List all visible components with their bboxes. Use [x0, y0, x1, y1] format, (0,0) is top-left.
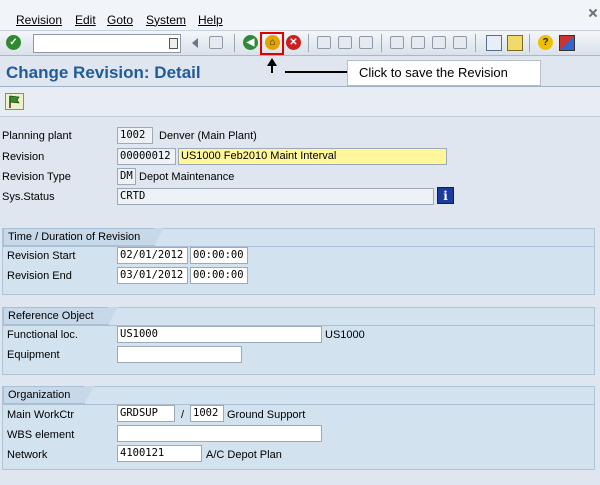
equipment-label: Equipment [7, 349, 60, 361]
shortcut-icon[interactable] [507, 35, 523, 51]
revision-start-time-field[interactable]: 00:00:00 [190, 247, 248, 264]
revision-start-label: Revision Start [7, 250, 76, 262]
last-page-icon[interactable] [453, 36, 467, 49]
main-workctr-label: Main WorkCtr [7, 409, 75, 421]
main-workctr-field[interactable]: GRDSUP [117, 405, 175, 422]
equipment-field[interactable] [117, 346, 242, 363]
command-field[interactable] [33, 34, 181, 53]
planning-plant-desc: Denver (Main Plant) [159, 130, 257, 142]
toolbar-separator [529, 34, 530, 52]
wbs-element-field[interactable] [117, 425, 322, 442]
toolbar-separator [381, 34, 382, 52]
revision-type-label: Revision Type [2, 171, 71, 183]
save-highlight-box [260, 32, 284, 55]
command-history-icon[interactable] [169, 38, 178, 49]
time-duration-group-title: Time / Duration of Revision [3, 228, 165, 246]
revision-type-desc: Depot Maintenance [139, 171, 235, 183]
functional-location-desc: US1000 [325, 329, 365, 341]
organization-group-title: Organization [3, 386, 95, 404]
collapse-command-icon[interactable] [192, 38, 198, 48]
flag-icon[interactable] [5, 93, 24, 110]
menu-revision[interactable]: Revision [16, 13, 62, 27]
planning-plant-field: 1002 [117, 127, 153, 144]
save-disabled-icon [209, 36, 223, 49]
first-page-icon[interactable] [390, 36, 404, 49]
revision-type-field: DM [117, 168, 136, 185]
reference-object-group-title: Reference Object [3, 307, 118, 325]
revision-end-label: Revision End [7, 270, 72, 282]
workctr-desc: Ground Support [227, 409, 306, 421]
sys-status-label: Sys.Status [2, 191, 55, 203]
find-next-icon[interactable] [359, 36, 373, 49]
enter-icon[interactable]: ✓ [6, 35, 21, 50]
prev-page-icon[interactable] [411, 36, 425, 49]
application-toolbar [0, 87, 600, 117]
callout-box: Click to save the Revision [347, 60, 541, 86]
toolbar-separator [475, 34, 476, 52]
toolbar-separator [234, 34, 235, 52]
find-icon[interactable] [338, 36, 352, 49]
menu-edit[interactable]: Edit [75, 13, 96, 27]
callout-text: Click to save the Revision [359, 65, 508, 80]
wbs-element-label: WBS element [7, 429, 75, 441]
revision-description-field[interactable]: US1000 Feb2010 Maint Interval [178, 148, 447, 165]
print-icon[interactable] [317, 36, 331, 49]
revision-end-date-field[interactable]: 03/01/2012 [117, 267, 188, 284]
group-divider [3, 246, 594, 247]
workctr-slash: / [181, 409, 185, 421]
create-session-icon[interactable] [486, 35, 502, 51]
network-label: Network [7, 449, 48, 461]
time-duration-group: Time / Duration of Revision [2, 228, 595, 295]
network-field[interactable]: 4100121 [117, 445, 202, 462]
network-desc: A/C Depot Plan [206, 449, 282, 461]
info-icon[interactable]: i [437, 187, 454, 204]
revision-label: Revision [2, 151, 45, 163]
revision-start-date-field[interactable]: 02/01/2012 [117, 247, 188, 264]
group-divider [3, 404, 594, 405]
command-input[interactable] [34, 35, 164, 52]
cancel-icon[interactable]: ✕ [286, 35, 301, 50]
revision-end-time-field[interactable]: 00:00:00 [190, 267, 248, 284]
flag-icon-svg [9, 95, 20, 108]
callout-stem [271, 64, 273, 73]
page-title: Change Revision: Detail [6, 63, 201, 82]
menu-help[interactable]: Help [198, 13, 223, 27]
sys-status-field: CRTD [117, 188, 434, 205]
customize-layout-icon[interactable] [559, 35, 575, 51]
functional-location-label: Functional loc. [7, 329, 78, 341]
planning-plant-label: Planning plant [2, 130, 72, 142]
help-icon[interactable]: ? [538, 35, 553, 50]
revision-number-field: 00000012 [117, 148, 176, 165]
menu-goto[interactable]: Goto [107, 13, 133, 27]
menu-system[interactable]: System [146, 13, 186, 27]
close-window-icon[interactable] [589, 9, 597, 17]
back-icon[interactable]: ◀ [243, 35, 258, 50]
next-page-icon[interactable] [432, 36, 446, 49]
functional-location-field[interactable]: US1000 [117, 326, 322, 343]
workctr-plant-field[interactable]: 1002 [190, 405, 224, 422]
toolbar-separator [308, 34, 309, 52]
